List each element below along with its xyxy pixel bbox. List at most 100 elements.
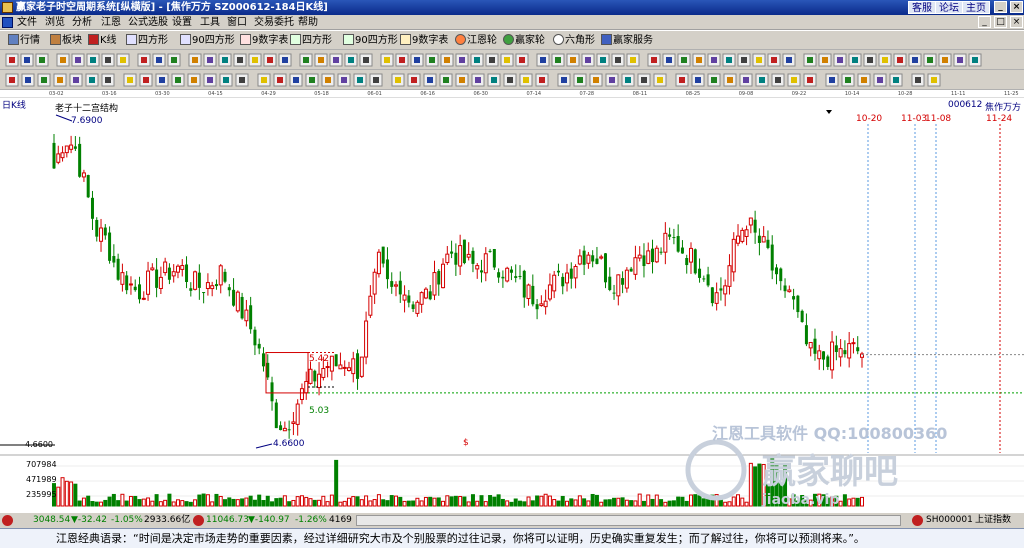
candle-body — [60, 152, 65, 159]
homepage-link[interactable]: 主页 — [962, 1, 990, 14]
volume-bar — [470, 494, 475, 507]
analysis-toolbar — [0, 70, 1024, 90]
candle-body — [329, 355, 334, 372]
sector-button[interactable]: 板块 — [50, 33, 82, 48]
tool-glyph — [657, 77, 663, 83]
candle-body — [702, 278, 706, 280]
menu-analyze[interactable]: 分析 — [72, 16, 92, 29]
volume-bar — [633, 500, 638, 507]
volume-bar — [223, 499, 228, 507]
analysis-tools[interactable] — [0, 70, 1024, 90]
volume-bar — [376, 494, 381, 507]
candle-body — [475, 265, 480, 270]
volume-bar — [317, 499, 322, 507]
candle-body — [698, 268, 702, 278]
candle-body — [633, 257, 638, 275]
candle-body — [497, 272, 501, 278]
menu-settings[interactable]: 设置 — [172, 16, 192, 29]
tool-glyph — [141, 57, 147, 63]
volume-bar — [526, 496, 531, 507]
hexagon-label: 六角形 — [565, 35, 595, 46]
menu-file[interactable]: 文件 — [17, 16, 37, 29]
volume-bar — [270, 501, 275, 507]
candle-body — [577, 255, 582, 265]
menu-help[interactable]: 帮助 — [298, 16, 318, 29]
volume-bar — [731, 496, 736, 507]
square-button[interactable]: 四方形 — [126, 33, 168, 48]
drawing-tools[interactable] — [0, 50, 1024, 70]
volume-bar — [355, 496, 360, 507]
menu-window[interactable]: 窗口 — [227, 16, 247, 29]
volume-bar — [338, 501, 343, 507]
child-close-button[interactable]: × — [1010, 16, 1023, 28]
candle-body — [270, 382, 274, 402]
menu-trade[interactable]: 交易委托 — [254, 16, 294, 29]
forum-link[interactable]: 论坛 — [935, 1, 963, 14]
hexagon-icon — [553, 34, 564, 45]
menu-formula[interactable]: 公式选股 — [128, 16, 168, 29]
tool-glyph — [540, 57, 546, 63]
candle-body — [492, 249, 496, 268]
quote-button[interactable]: 行情 — [8, 33, 40, 48]
volume-bar — [193, 499, 198, 507]
volume-bar — [577, 495, 582, 507]
candle-body — [582, 250, 586, 265]
date-tick: 04-15 — [208, 91, 223, 97]
candle-body — [740, 229, 745, 242]
candle-body — [843, 350, 847, 355]
volume-bar — [282, 495, 287, 507]
winner-service-button[interactable]: 赢家服务 — [601, 33, 653, 48]
gann-wheel-button[interactable]: 江恩轮 — [455, 33, 497, 48]
gann-quote: 江恩经典语录：“时间是决定市场走势的重要因素，经过详细研究大市及个别股票的过往记… — [56, 532, 865, 545]
volume-bar — [590, 493, 595, 507]
square90b-button[interactable]: 90四方形 — [343, 33, 398, 48]
candle-body — [856, 347, 860, 352]
candle-body — [458, 245, 463, 267]
kline-chart[interactable]: 日K线 老子十二宫结构 000612 焦作万方 7.6900 4.6600 4.… — [0, 98, 1024, 510]
square2-label: 四方形 — [302, 35, 332, 46]
candle-body — [359, 356, 364, 377]
numtable9b-button[interactable]: 9数字表 — [400, 33, 448, 48]
kline-button[interactable]: K线 — [88, 33, 117, 48]
tool-glyph — [341, 77, 347, 83]
menu-tools[interactable]: 工具 — [200, 16, 220, 29]
child-restore-button[interactable]: □ — [994, 16, 1007, 28]
volume-bar — [111, 493, 116, 507]
candle-body — [779, 268, 783, 282]
status-scrollbar[interactable] — [356, 515, 901, 526]
indicator-label: 老子十二宫结构 — [55, 104, 119, 114]
candle-body — [603, 253, 607, 283]
numtable9-button[interactable]: 9数字表 — [240, 33, 288, 48]
tool-glyph — [727, 77, 733, 83]
tool-glyph — [577, 77, 583, 83]
candle-body — [86, 175, 90, 198]
square90-icon — [180, 34, 191, 45]
volume-bar — [680, 496, 685, 507]
menu-browse[interactable]: 浏览 — [45, 16, 65, 29]
square2-button[interactable]: 四方形 — [290, 33, 332, 48]
volume-bar — [244, 497, 249, 507]
candle-body — [235, 291, 240, 312]
sz-index-pct: -1.26% — [295, 515, 327, 525]
candle-body — [390, 281, 394, 287]
tool-glyph — [459, 77, 465, 83]
volume-bar — [428, 496, 433, 507]
candle-body — [313, 370, 317, 382]
close-button[interactable]: × — [1010, 1, 1023, 13]
volume-bar — [641, 500, 646, 507]
candle-body — [146, 270, 151, 295]
tool-glyph — [845, 77, 851, 83]
volume-bar — [650, 498, 655, 507]
volume-bar — [441, 500, 446, 507]
tool-glyph — [912, 57, 918, 63]
child-minimize-button[interactable]: _ — [978, 16, 991, 28]
square90-button[interactable]: 90四方形 — [180, 33, 235, 48]
menu-gann[interactable]: 江恩 — [101, 16, 121, 29]
volume-bar — [475, 500, 480, 507]
tool-glyph — [957, 57, 963, 63]
tool-glyph — [325, 77, 331, 83]
customer-service-link[interactable]: 客服 — [908, 1, 936, 14]
minimize-button[interactable]: _ — [994, 1, 1007, 13]
winner-wheel-button[interactable]: 赢家轮 — [503, 33, 545, 48]
hexagon-button[interactable]: 六角形 — [553, 33, 595, 48]
